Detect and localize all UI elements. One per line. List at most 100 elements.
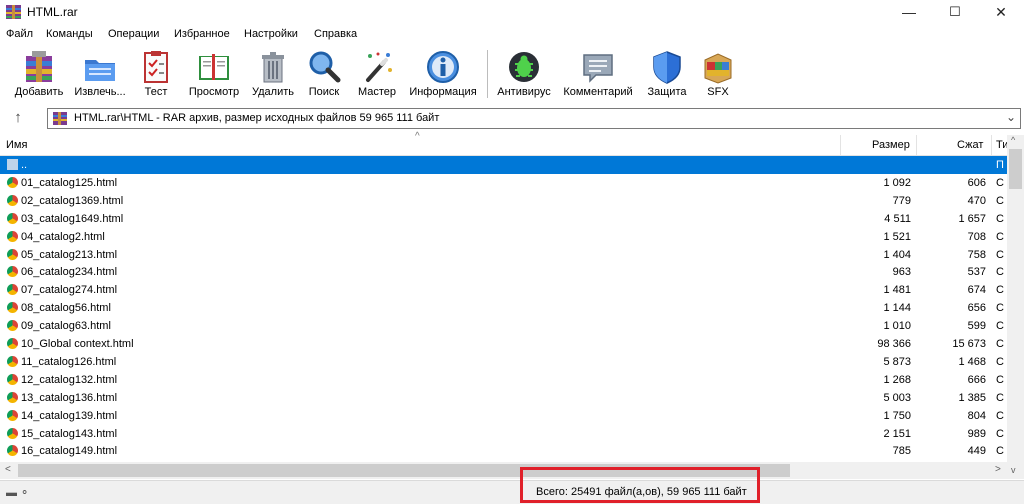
address-path: HTML.rar\HTML - RAR архив, размер исходн… <box>74 112 440 124</box>
menu-operations[interactable]: Операции <box>108 28 159 40</box>
table-row[interactable]: 02_catalog1369.html 779 470 С <box>0 192 1007 210</box>
wizard-button[interactable]: Мастер <box>352 45 402 103</box>
table-row[interactable]: 07_catalog274.html 1 481 674 С <box>0 281 1007 299</box>
html-file-icon <box>7 266 18 278</box>
address-bar[interactable]: HTML.rar\HTML - RAR архив, размер исходн… <box>47 108 1021 129</box>
table-row[interactable]: 08_catalog56.html 1 144 656 С <box>0 299 1007 317</box>
column-divider[interactable] <box>991 135 992 155</box>
file-name: .. <box>21 159 28 171</box>
file-type: С <box>996 391 1004 404</box>
table-row[interactable]: 15_catalog143.html 2 151 989 С <box>0 425 1007 443</box>
menu-commands[interactable]: Команды <box>46 28 93 40</box>
wizard-wand-icon <box>366 52 392 82</box>
info-icon <box>427 51 459 83</box>
file-type: С <box>996 230 1004 243</box>
file-packed: 15 673 <box>952 338 986 350</box>
column-name[interactable]: Имя <box>6 139 27 151</box>
table-row[interactable]: 05_catalog213.html 1 404 758 С <box>0 246 1007 264</box>
scroll-right-arrow-icon[interactable]: > <box>995 464 1001 475</box>
table-row[interactable]: 12_catalog132.html 1 268 666 С <box>0 371 1007 389</box>
html-file-icon <box>7 302 18 314</box>
file-list[interactable]: .. П 01_catalog125.html 1 092 606 С 02_catalog… <box>0 156 1007 462</box>
antivirus-bug-icon <box>509 52 539 82</box>
address-row: ↑ HTML.rar\HTML - RAR архив, размер исхо… <box>0 105 1024 132</box>
table-row[interactable]: 13_catalog136.html 5 003 1 385 С <box>0 389 1007 407</box>
info-button[interactable]: Информация <box>406 45 480 103</box>
comment-label: Комментарий <box>563 86 633 98</box>
scroll-left-arrow-icon[interactable]: < <box>5 464 11 475</box>
add-button[interactable]: Добавить <box>10 45 68 103</box>
file-size: 5 873 <box>883 355 911 368</box>
menu-file[interactable]: Файл <box>6 28 33 40</box>
table-row[interactable]: 10_Global context.html 98 366 15 673 С <box>0 335 1007 353</box>
column-divider[interactable] <box>840 135 841 155</box>
file-type: П <box>996 159 1004 171</box>
file-name: 12_catalog132.html <box>21 373 118 386</box>
minimize-button[interactable]: — <box>886 0 932 24</box>
close-button[interactable]: ✕ <box>978 0 1024 24</box>
column-divider[interactable] <box>916 135 917 155</box>
html-file-icon <box>7 194 18 206</box>
column-size[interactable]: Размер <box>872 139 910 151</box>
antivirus-label: Антивирус <box>497 86 551 98</box>
comment-button[interactable]: Комментарий <box>560 45 636 103</box>
scroll-up-arrow-icon[interactable]: ^ <box>1011 135 1015 145</box>
status-bar: ▬ ⚬ Всего: 25491 файл(а,ов), 59 965 111 … <box>0 480 1024 504</box>
file-type: С <box>996 302 1004 315</box>
test-button[interactable]: Тест <box>134 45 178 103</box>
delete-button[interactable]: Удалить <box>248 45 298 103</box>
protect-button[interactable]: Защита <box>642 45 692 103</box>
menu-favorites[interactable]: Избранное <box>174 28 230 40</box>
file-name: 10_Global context.html <box>21 338 134 350</box>
view-button[interactable]: Просмотр <box>184 45 244 103</box>
protect-label: Защита <box>647 86 687 98</box>
html-file-icon <box>7 445 18 457</box>
file-packed: 666 <box>967 373 986 386</box>
table-row[interactable]: 06_catalog234.html 963 537 С <box>0 263 1007 281</box>
file-type: С <box>996 248 1004 261</box>
file-type: С <box>996 266 1004 279</box>
antivirus-button[interactable]: Антивирус <box>494 45 554 103</box>
horizontal-scrollbar[interactable]: < > <box>0 462 1007 479</box>
delete-label: Удалить <box>252 86 294 98</box>
table-row[interactable]: 03_catalog1649.html 4 511 1 657 С <box>0 210 1007 228</box>
file-size: 785 <box>892 445 911 458</box>
maximize-button[interactable]: ☐ <box>932 0 978 24</box>
vertical-scroll-thumb[interactable] <box>1009 149 1022 189</box>
toolbar-separator <box>487 50 488 98</box>
file-packed: 656 <box>967 302 986 315</box>
extract-button[interactable]: Извлечь... <box>70 45 130 103</box>
sfx-label: SFX <box>707 86 729 98</box>
sort-ascending-icon: ^ <box>415 131 420 142</box>
file-name: 14_catalog139.html <box>21 409 118 422</box>
file-size: 1 144 <box>883 302 911 315</box>
parent-folder-row[interactable]: .. П <box>0 156 1007 174</box>
chevron-down-icon[interactable]: ⌄ <box>1006 110 1016 124</box>
menu-settings[interactable]: Настройки <box>244 28 298 40</box>
table-row[interactable]: 09_catalog63.html 1 010 599 С <box>0 317 1007 335</box>
table-row[interactable]: 16_catalog149.html 785 449 С <box>0 442 1007 460</box>
archive-icon <box>53 112 67 125</box>
info-label: Информация <box>409 86 477 98</box>
column-packed[interactable]: Сжат <box>957 139 983 151</box>
table-row[interactable]: 01_catalog125.html 1 092 606 С <box>0 174 1007 192</box>
table-row[interactable]: 14_catalog139.html 1 750 804 С <box>0 407 1007 425</box>
vertical-scrollbar[interactable]: ^ <box>1007 135 1024 462</box>
test-label: Тест <box>144 86 168 98</box>
sfx-button[interactable]: SFX <box>696 45 740 103</box>
magnifier-icon <box>309 51 341 83</box>
file-size: 2 151 <box>883 427 911 440</box>
scroll-down-arrow-icon[interactable]: v <box>1011 465 1016 475</box>
search-button[interactable]: Поиск <box>302 45 346 103</box>
add-label: Добавить <box>14 86 64 98</box>
file-name: 02_catalog1369.html <box>21 194 124 207</box>
menu-bar: Файл Команды Операции Избранное Настройк… <box>0 25 1024 45</box>
view-book-icon <box>199 54 229 80</box>
file-size: 98 366 <box>877 338 911 350</box>
menu-help[interactable]: Справка <box>314 28 357 40</box>
html-file-icon <box>7 230 18 242</box>
html-file-icon <box>7 176 18 188</box>
up-level-button[interactable]: ↑ <box>8 110 28 128</box>
table-row[interactable]: 11_catalog126.html 5 873 1 468 С <box>0 353 1007 371</box>
table-row[interactable]: 04_catalog2.html 1 521 708 С <box>0 228 1007 246</box>
